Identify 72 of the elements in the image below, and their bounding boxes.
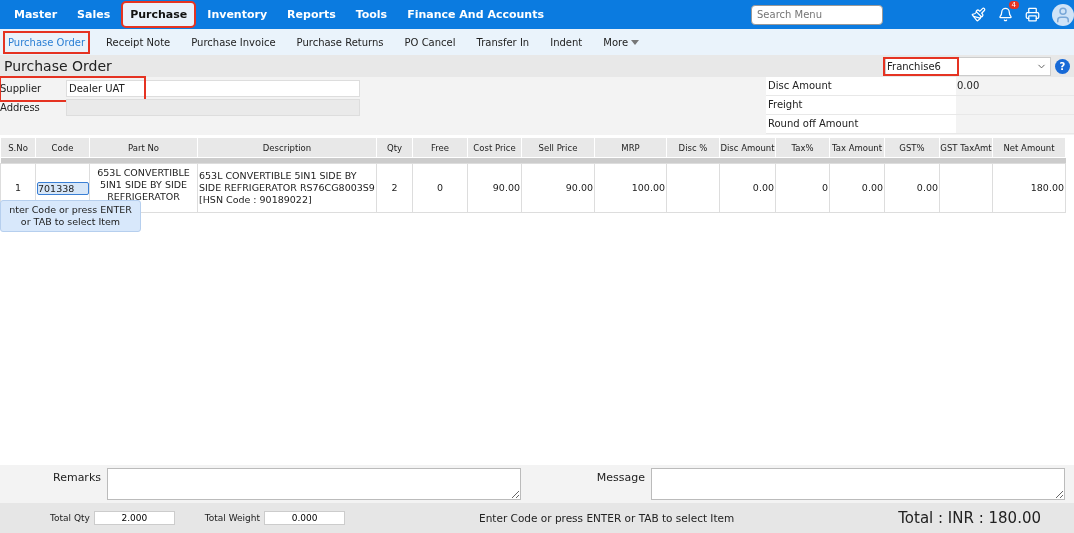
- table-cell: 100.00: [594, 163, 667, 213]
- column-header: Net Amount: [992, 137, 1066, 158]
- help-button[interactable]: ?: [1055, 58, 1070, 74]
- submenu-tab[interactable]: Transfer In: [472, 31, 534, 53]
- table-cell: 0.00: [829, 163, 885, 213]
- column-header: S.No: [0, 137, 36, 158]
- supplier-label: Supplier: [0, 82, 43, 94]
- paintbrush-icon[interactable]: [971, 7, 986, 22]
- branch-select[interactable]: Franchise6: [885, 56, 1051, 76]
- submenu-tab[interactable]: Indent: [546, 31, 587, 53]
- total-weight-label: Total Weight: [204, 513, 261, 523]
- search-field[interactable]: Search Menu: [751, 4, 883, 25]
- column-header: Tax%: [775, 137, 830, 158]
- column-header: Sell Price: [521, 137, 595, 158]
- total-qty-label: Total Qty: [50, 513, 90, 523]
- table-cell: 90.00: [521, 163, 595, 213]
- menu-tab[interactable]: Purchase: [122, 2, 196, 27]
- submenu-tab[interactable]: More: [599, 31, 644, 53]
- summary-label: Freight: [766, 96, 956, 114]
- printer-icon[interactable]: [1025, 7, 1040, 22]
- summary-value: 0.00: [956, 79, 981, 93]
- total-amount: Total : INR : 180.00: [898, 509, 1041, 527]
- message-field[interactable]: [651, 468, 1065, 500]
- hint-text: Enter Code or press ENTER or TAB to select Item: [479, 512, 735, 524]
- supplier-field[interactable]: Dealer UAT: [66, 79, 360, 97]
- column-header: GST%: [884, 137, 940, 158]
- submenu-tab[interactable]: Receipt Note: [102, 31, 175, 53]
- submenu-tab[interactable]: Purchase Invoice: [187, 31, 280, 53]
- menu-tab[interactable]: Tools: [347, 2, 396, 27]
- table-cell: 180.00: [992, 163, 1066, 213]
- page-title: Purchase Order: [4, 58, 112, 74]
- table-cell: 90.00: [467, 163, 522, 213]
- menu-tab[interactable]: Sales: [69, 2, 119, 27]
- menu-tab[interactable]: Finance And Accounts: [399, 2, 552, 27]
- address-label: Address: [0, 101, 41, 113]
- menu-tab[interactable]: Master: [6, 2, 66, 27]
- table-cell: 0: [412, 163, 468, 213]
- total-qty-field[interactable]: 2.000: [93, 511, 175, 525]
- bell-icon[interactable]: [998, 7, 1013, 22]
- column-header: MRP: [594, 137, 667, 158]
- column-header: Part No: [89, 137, 198, 158]
- hsn-code-text: [HSN Code : 90189022]: [199, 194, 313, 206]
- total-weight-field[interactable]: 0.000: [264, 511, 346, 525]
- submenu-tab[interactable]: PO Cancel: [400, 31, 460, 53]
- table-cell: 0.00: [719, 163, 776, 213]
- address-field[interactable]: [66, 98, 360, 116]
- menu-tab[interactable]: Inventory: [199, 2, 276, 27]
- code-field[interactable]: 701338: [37, 181, 89, 195]
- column-header: Tax Amount: [829, 137, 885, 158]
- table-cell: 0.00: [884, 163, 940, 213]
- column-header: Cost Price: [467, 137, 522, 158]
- column-header: Description: [197, 137, 377, 158]
- summary-label: Disc Amount: [766, 77, 956, 95]
- summary-label: Round off Amount: [766, 115, 956, 133]
- column-header: Free: [412, 137, 468, 158]
- menu-tab[interactable]: Reports: [279, 2, 344, 27]
- column-header: Disc Amount: [719, 137, 776, 158]
- tooltip: nter Code or press ENTER or TAB to select Item: [0, 200, 141, 232]
- description-text: 653L CONVERTIBLE 5IN1 SIDE BY SIDE REFRIGERATOR RS76CG8003S9: [199, 170, 375, 194]
- table-cell: 2: [376, 163, 413, 213]
- caret-icon: [631, 39, 640, 45]
- column-header: GST TaxAmt: [939, 137, 993, 158]
- submenu-tab[interactable]: Purchase Order: [4, 31, 89, 53]
- remarks-label: Remarks: [52, 470, 102, 484]
- message-label: Message: [595, 470, 646, 484]
- column-header: Code: [35, 137, 90, 158]
- table-cell: 0: [775, 163, 830, 213]
- column-header: Qty: [376, 137, 413, 158]
- avatar-icon[interactable]: [1052, 3, 1074, 26]
- submenu-tab[interactable]: Purchase Returns: [292, 31, 388, 53]
- column-header: Disc %: [666, 137, 720, 158]
- remarks-field[interactable]: [107, 468, 521, 500]
